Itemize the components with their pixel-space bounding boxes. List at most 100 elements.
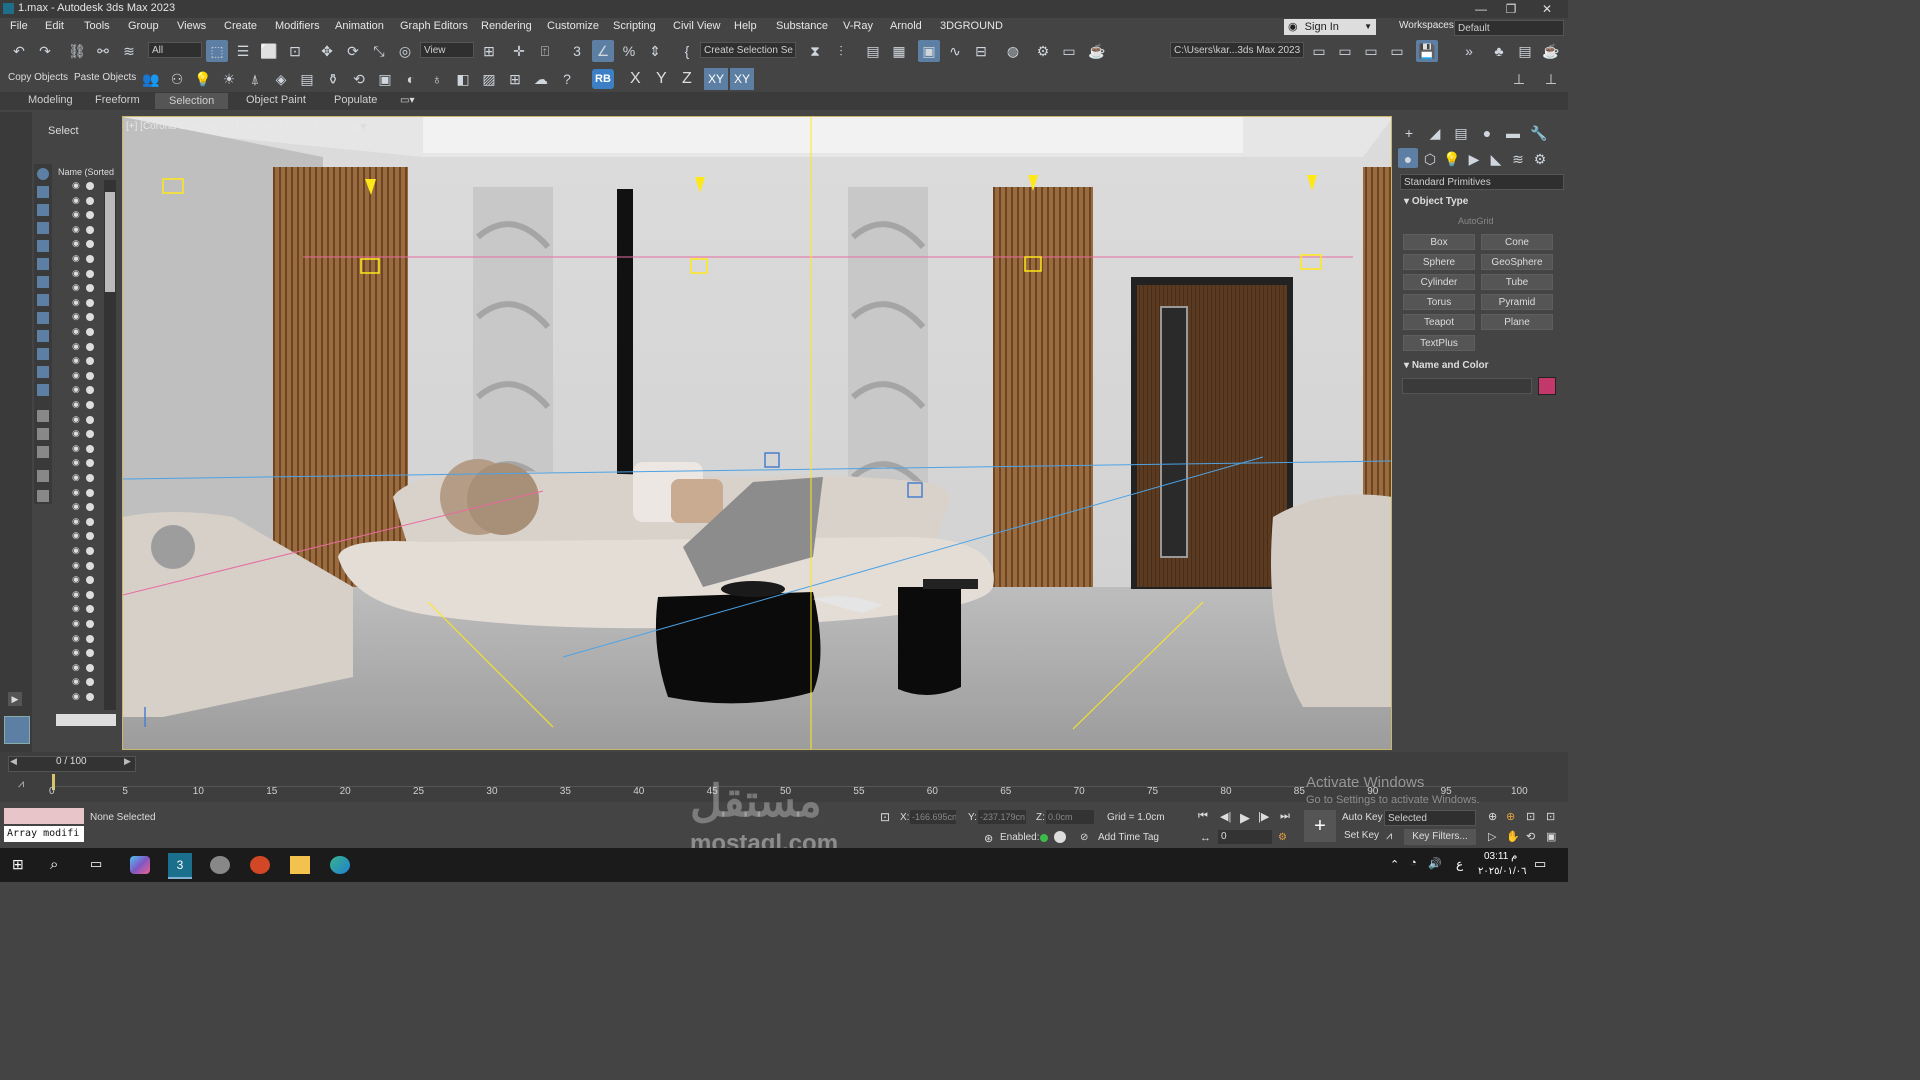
schematic-view-icon[interactable]: ⊟ [970,40,992,62]
list-item[interactable]: ◉ [58,691,106,703]
sphere-tool-icon[interactable]: ◐ [400,68,422,90]
list-item[interactable]: ◉ [58,662,106,674]
z-coord-field[interactable]: 0.0cm [1046,810,1094,824]
rect-selection-icon[interactable]: ⬜ [258,40,280,62]
perspective-viewport[interactable] [122,116,1392,750]
redo-icon[interactable]: ↷ [34,40,56,62]
menu-substance[interactable]: Substance [776,20,828,32]
list-item[interactable]: ◉ [58,355,106,367]
visibility-eye-icon[interactable]: ◉ [72,589,80,600]
panel-icon[interactable]: ▤ [1514,40,1536,62]
tray-chevron-icon[interactable]: ⌃ [1390,858,1399,871]
next-frame-icon[interactable]: |▶ [1258,810,1269,823]
cube-tool-icon[interactable]: ◧ [452,68,474,90]
enabled-toggle[interactable] [1054,831,1066,843]
maximize-viewport-icon[interactable]: ▣ [1546,830,1556,843]
project-path-dropdown[interactable]: C:\Users\kar...3ds Max 2023 [1170,42,1304,58]
list-item[interactable]: ◉ [58,370,106,382]
create-tab-icon[interactable]: + [1398,122,1420,144]
list-item[interactable]: ◉ [58,560,106,572]
3dsmax-taskbar-icon[interactable]: 3 [168,853,192,879]
geosphere-button[interactable]: GeoSphere [1481,254,1553,270]
auto-key-button[interactable]: Auto Key [1342,812,1383,823]
visibility-eye-icon[interactable]: ◉ [72,355,80,366]
slider-left-arrow-icon[interactable]: ◀ [10,756,17,767]
render-production-icon[interactable]: ☕ [1086,40,1108,62]
visibility-eye-icon[interactable]: ◉ [72,633,80,644]
visibility-eye-icon[interactable]: ◉ [72,443,80,454]
paste-objects-button[interactable]: Paste Objects [74,72,136,83]
plane-button[interactable]: Plane [1481,314,1553,330]
edit-named-selection-icon[interactable]: { [676,40,698,62]
tree-icon[interactable]: ♣ [1488,40,1510,62]
menu-civil-view[interactable]: Civil View [673,20,720,32]
fov-icon[interactable]: ▷ [1488,830,1496,843]
clock-time[interactable]: 03:11 م [1484,851,1517,862]
filter-frozen-icon[interactable] [37,348,49,360]
wifi-icon[interactable]: ◔ [1410,857,1417,869]
list-item[interactable]: ◉ [58,530,106,542]
scale-icon[interactable]: ⤡ [368,40,390,62]
crowd-icon[interactable]: ⚇ [166,68,188,90]
visibility-eye-icon[interactable]: ◉ [72,399,80,410]
percent-snap-icon[interactable]: % [618,40,640,62]
list-item[interactable]: ◉ [58,399,106,411]
cylinder-button[interactable]: Cylinder [1403,274,1475,290]
app-taskbar-icon[interactable] [210,856,230,874]
unlink-icon[interactable]: ⚯ [92,40,114,62]
list-item[interactable]: ◉ [58,516,106,528]
visibility-eye-icon[interactable]: ◉ [72,647,80,658]
window-crossing-icon[interactable]: ⊡ [284,40,306,62]
filter-shapes-icon[interactable] [37,186,49,198]
visibility-eye-icon[interactable]: ◉ [72,472,80,483]
current-frame-field[interactable]: 0 [1218,830,1272,844]
snaps-toggle-icon[interactable]: 3 [566,40,588,62]
copy-objects-button[interactable]: Copy Objects [8,72,68,83]
viewport-layout-icon[interactable] [4,716,30,744]
list-item[interactable]: ◉ [58,311,106,323]
workspace-dropdown[interactable]: Default [1454,20,1564,36]
list-tool-icon[interactable]: ▤ [296,68,318,90]
set-key-big-icon[interactable]: + [1304,810,1336,842]
zoom-extents-all-icon[interactable]: ⊡ [1546,810,1555,823]
search-icon[interactable]: ⌕ [50,856,70,874]
motion-tab-icon[interactable]: ● [1476,122,1498,144]
maxscript-listener[interactable] [4,808,84,824]
visibility-eye-icon[interactable]: ◉ [72,341,80,352]
visibility-eye-icon[interactable]: ◉ [72,603,80,614]
tag-icon[interactable]: ⊘ [1080,832,1088,843]
modify-tab-icon[interactable]: ◢ [1424,122,1446,144]
language-indicator[interactable]: ع [1456,857,1463,871]
list-item[interactable]: ◉ [58,253,106,265]
clock-date[interactable]: ٢٠٢٥/٠١/٠٦ [1478,866,1527,877]
absolute-mode-icon[interactable]: ⊡ [880,810,890,824]
rendered-frame-icon[interactable]: ▭ [1058,40,1080,62]
copilot-icon[interactable] [130,856,150,874]
menu-scripting[interactable]: Scripting [613,20,656,32]
torus-button[interactable]: Torus [1403,294,1475,310]
viewport-filter-icon[interactable]: ▼ [358,121,369,133]
time-config-icon[interactable]: ⚙ [1278,832,1287,843]
spinner-snap-icon[interactable]: ⇕ [644,40,666,62]
windows-start-icon[interactable]: ⊞ [12,856,32,874]
systems-icon[interactable]: ⚙ [1530,148,1550,168]
list-item[interactable]: ◉ [58,268,106,280]
explorer-scrollbar[interactable] [104,180,116,710]
enabled-indicator[interactable] [1040,834,1048,842]
hierarchy-tab-icon[interactable]: ▤ [1450,122,1472,144]
menu-create[interactable]: Create [224,20,257,32]
rb-button[interactable]: RB [592,69,614,89]
render-tool-icon[interactable]: ▣ [374,68,396,90]
visibility-eye-icon[interactable]: ◉ [72,384,80,395]
rotate-icon[interactable]: ⟳ [342,40,364,62]
visibility-eye-icon[interactable]: ◉ [72,574,80,585]
utilities-tab-icon[interactable]: 🔧 [1528,122,1550,144]
undo-icon[interactable]: ↶ [8,40,30,62]
object-type-header[interactable]: ▾ Object Type [1404,196,1468,207]
visibility-eye-icon[interactable]: ◉ [72,662,80,673]
axis-z-button[interactable]: Z [682,70,692,88]
list-item[interactable]: ◉ [58,501,106,513]
list-item[interactable]: ◉ [58,487,106,499]
go-to-end-icon[interactable]: ⏭ [1280,810,1290,823]
list-item[interactable]: ◉ [58,414,106,426]
